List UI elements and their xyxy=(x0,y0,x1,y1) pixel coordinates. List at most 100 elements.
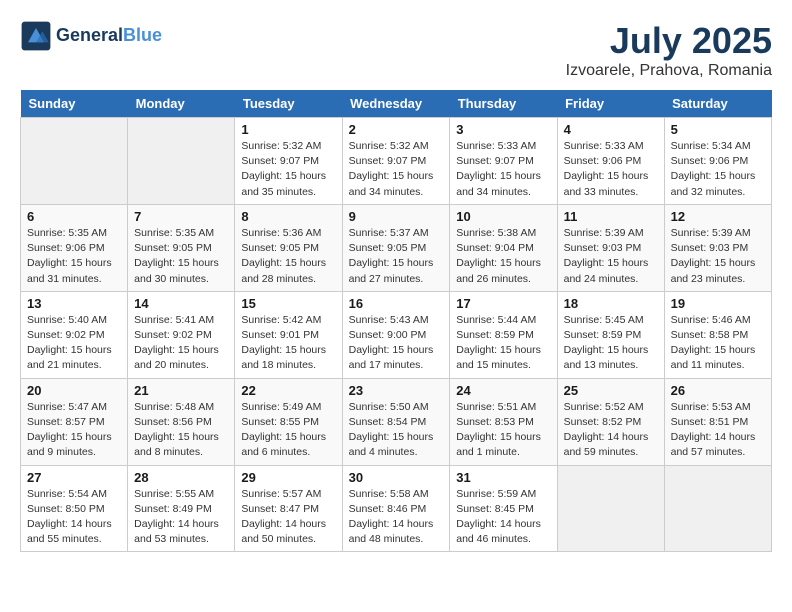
calendar-cell: 15Sunrise: 5:42 AM Sunset: 9:01 PM Dayli… xyxy=(235,291,342,378)
logo: GeneralBlue xyxy=(20,20,162,52)
day-number: 31 xyxy=(456,470,550,485)
day-detail: Sunrise: 5:43 AM Sunset: 9:00 PM Dayligh… xyxy=(349,313,444,374)
day-number: 2 xyxy=(349,122,444,137)
day-detail: Sunrise: 5:41 AM Sunset: 9:02 PM Dayligh… xyxy=(134,313,228,374)
day-detail: Sunrise: 5:32 AM Sunset: 9:07 PM Dayligh… xyxy=(241,139,335,200)
day-number: 14 xyxy=(134,296,228,311)
day-detail: Sunrise: 5:46 AM Sunset: 8:58 PM Dayligh… xyxy=(671,313,765,374)
day-header-monday: Monday xyxy=(128,90,235,118)
calendar-cell: 20 Sunrise: 5:47 AM Sunset: 8:57 PM Dayli… xyxy=(21,378,128,465)
calendar-cell: 14 Sunrise: 5:41 AM Sunset: 9:02 PM Dayli… xyxy=(128,291,235,378)
day-detail: Sunrise: 5:45 AM Sunset: 8:59 PM Dayligh… xyxy=(564,313,658,374)
day-detail: Sunrise: 5:38 AM Sunset: 9:04 PM Dayligh… xyxy=(456,226,550,287)
calendar-cell: 1 Sunrise: 5:32 AM Sunset: 9:07 PM Daylig… xyxy=(235,118,342,205)
day-detail: Sunrise: 5:58 AM Sunset: 8:46 PM Dayligh… xyxy=(349,487,444,548)
day-number: 9 xyxy=(349,209,444,224)
calendar-cell: 18 Sunrise: 5:45 AM Sunset: 8:59 PM Dayli… xyxy=(557,291,664,378)
day-header-saturday: Saturday xyxy=(664,90,771,118)
day-number: 18 xyxy=(564,296,658,311)
day-detail: Sunrise: 5:47 AM Sunset: 8:57 PM Dayligh… xyxy=(27,400,121,461)
calendar-cell: 31Sunrise: 5:59 AM Sunset: 8:45 PM Dayli… xyxy=(450,465,557,552)
calendar-cell: 21 Sunrise: 5:48 AM Sunset: 8:56 PM Dayli… xyxy=(128,378,235,465)
logo-text: GeneralBlue xyxy=(56,26,162,46)
day-detail: Sunrise: 5:44 AM Sunset: 8:59 PM Dayligh… xyxy=(456,313,550,374)
calendar-week-row: 20 Sunrise: 5:47 AM Sunset: 8:57 PM Dayli… xyxy=(21,378,772,465)
day-number: 13 xyxy=(27,296,121,311)
calendar-cell: 19Sunrise: 5:46 AM Sunset: 8:58 PM Dayli… xyxy=(664,291,771,378)
day-number: 24 xyxy=(456,383,550,398)
calendar-cell: 28 Sunrise: 5:55 AM Sunset: 8:49 PM Dayli… xyxy=(128,465,235,552)
day-header-thursday: Thursday xyxy=(450,90,557,118)
day-number: 1 xyxy=(241,122,335,137)
day-detail: Sunrise: 5:42 AM Sunset: 9:01 PM Dayligh… xyxy=(241,313,335,374)
calendar-cell: 22Sunrise: 5:49 AM Sunset: 8:55 PM Dayli… xyxy=(235,378,342,465)
day-number: 17 xyxy=(456,296,550,311)
calendar-cell xyxy=(557,465,664,552)
calendar-cell: 23 Sunrise: 5:50 AM Sunset: 8:54 PM Dayli… xyxy=(342,378,450,465)
day-number: 23 xyxy=(349,383,444,398)
day-number: 11 xyxy=(564,209,658,224)
calendar-cell: 17 Sunrise: 5:44 AM Sunset: 8:59 PM Dayli… xyxy=(450,291,557,378)
day-number: 5 xyxy=(671,122,765,137)
title-block: July 2025 Izvoarele, Prahova, Romania xyxy=(566,20,772,80)
day-detail: Sunrise: 5:39 AM Sunset: 9:03 PM Dayligh… xyxy=(564,226,658,287)
calendar-cell: 5Sunrise: 5:34 AM Sunset: 9:06 PM Daylig… xyxy=(664,118,771,205)
day-number: 8 xyxy=(241,209,335,224)
day-number: 10 xyxy=(456,209,550,224)
day-detail: Sunrise: 5:33 AM Sunset: 9:06 PM Dayligh… xyxy=(564,139,658,200)
calendar-header-row: SundayMondayTuesdayWednesdayThursdayFrid… xyxy=(21,90,772,118)
day-number: 16 xyxy=(349,296,444,311)
day-detail: Sunrise: 5:55 AM Sunset: 8:49 PM Dayligh… xyxy=(134,487,228,548)
calendar-table: SundayMondayTuesdayWednesdayThursdayFrid… xyxy=(20,90,772,552)
page-header: GeneralBlue July 2025 Izvoarele, Prahova… xyxy=(20,20,772,80)
day-detail: Sunrise: 5:48 AM Sunset: 8:56 PM Dayligh… xyxy=(134,400,228,461)
day-detail: Sunrise: 5:51 AM Sunset: 8:53 PM Dayligh… xyxy=(456,400,550,461)
calendar-cell: 7 Sunrise: 5:35 AM Sunset: 9:05 PM Daylig… xyxy=(128,204,235,291)
calendar-cell xyxy=(128,118,235,205)
day-number: 6 xyxy=(27,209,121,224)
calendar-cell: 30 Sunrise: 5:58 AM Sunset: 8:46 PM Dayli… xyxy=(342,465,450,552)
calendar-week-row: 27Sunrise: 5:54 AM Sunset: 8:50 PM Dayli… xyxy=(21,465,772,552)
day-detail: Sunrise: 5:33 AM Sunset: 9:07 PM Dayligh… xyxy=(456,139,550,200)
day-number: 20 xyxy=(27,383,121,398)
calendar-cell: 9 Sunrise: 5:37 AM Sunset: 9:05 PM Daylig… xyxy=(342,204,450,291)
day-detail: Sunrise: 5:53 AM Sunset: 8:51 PM Dayligh… xyxy=(671,400,765,461)
calendar-cell: 29Sunrise: 5:57 AM Sunset: 8:47 PM Dayli… xyxy=(235,465,342,552)
day-detail: Sunrise: 5:37 AM Sunset: 9:05 PM Dayligh… xyxy=(349,226,444,287)
calendar-cell: 26 Sunrise: 5:53 AM Sunset: 8:51 PM Dayli… xyxy=(664,378,771,465)
calendar-cell: 2Sunrise: 5:32 AM Sunset: 9:07 PM Daylig… xyxy=(342,118,450,205)
calendar-cell: 13Sunrise: 5:40 AM Sunset: 9:02 PM Dayli… xyxy=(21,291,128,378)
location: Izvoarele, Prahova, Romania xyxy=(566,62,772,80)
day-detail: Sunrise: 5:39 AM Sunset: 9:03 PM Dayligh… xyxy=(671,226,765,287)
day-header-friday: Friday xyxy=(557,90,664,118)
day-header-tuesday: Tuesday xyxy=(235,90,342,118)
day-detail: Sunrise: 5:36 AM Sunset: 9:05 PM Dayligh… xyxy=(241,226,335,287)
calendar-cell: 16 Sunrise: 5:43 AM Sunset: 9:00 PM Dayli… xyxy=(342,291,450,378)
calendar-cell: 27Sunrise: 5:54 AM Sunset: 8:50 PM Dayli… xyxy=(21,465,128,552)
day-number: 21 xyxy=(134,383,228,398)
calendar-cell: 11 Sunrise: 5:39 AM Sunset: 9:03 PM Dayli… xyxy=(557,204,664,291)
day-header-wednesday: Wednesday xyxy=(342,90,450,118)
day-number: 4 xyxy=(564,122,658,137)
logo-icon xyxy=(20,20,52,52)
month-title: July 2025 xyxy=(566,20,772,62)
day-number: 30 xyxy=(349,470,444,485)
calendar-week-row: 13Sunrise: 5:40 AM Sunset: 9:02 PM Dayli… xyxy=(21,291,772,378)
calendar-cell: 24 Sunrise: 5:51 AM Sunset: 8:53 PM Dayli… xyxy=(450,378,557,465)
day-number: 25 xyxy=(564,383,658,398)
day-detail: Sunrise: 5:35 AM Sunset: 9:05 PM Dayligh… xyxy=(134,226,228,287)
calendar-cell: 8 Sunrise: 5:36 AM Sunset: 9:05 PM Daylig… xyxy=(235,204,342,291)
day-number: 26 xyxy=(671,383,765,398)
day-number: 28 xyxy=(134,470,228,485)
day-number: 7 xyxy=(134,209,228,224)
calendar-cell: 4 Sunrise: 5:33 AM Sunset: 9:06 PM Daylig… xyxy=(557,118,664,205)
calendar-cell: 6Sunrise: 5:35 AM Sunset: 9:06 PM Daylig… xyxy=(21,204,128,291)
day-number: 22 xyxy=(241,383,335,398)
calendar-cell: 25Sunrise: 5:52 AM Sunset: 8:52 PM Dayli… xyxy=(557,378,664,465)
day-detail: Sunrise: 5:50 AM Sunset: 8:54 PM Dayligh… xyxy=(349,400,444,461)
calendar-cell xyxy=(664,465,771,552)
calendar-cell: 10 Sunrise: 5:38 AM Sunset: 9:04 PM Dayli… xyxy=(450,204,557,291)
day-detail: Sunrise: 5:57 AM Sunset: 8:47 PM Dayligh… xyxy=(241,487,335,548)
calendar-cell xyxy=(21,118,128,205)
calendar-week-row: 6Sunrise: 5:35 AM Sunset: 9:06 PM Daylig… xyxy=(21,204,772,291)
